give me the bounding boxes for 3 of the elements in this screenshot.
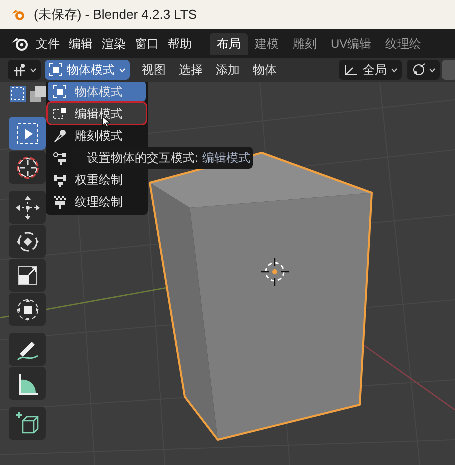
tooltip-value: 编辑模式	[202, 150, 250, 167]
window-title: (未保存) - Blender 4.2.3 LTS	[34, 6, 198, 24]
tooltip-text: 设置物体的交互模式:	[87, 150, 198, 167]
